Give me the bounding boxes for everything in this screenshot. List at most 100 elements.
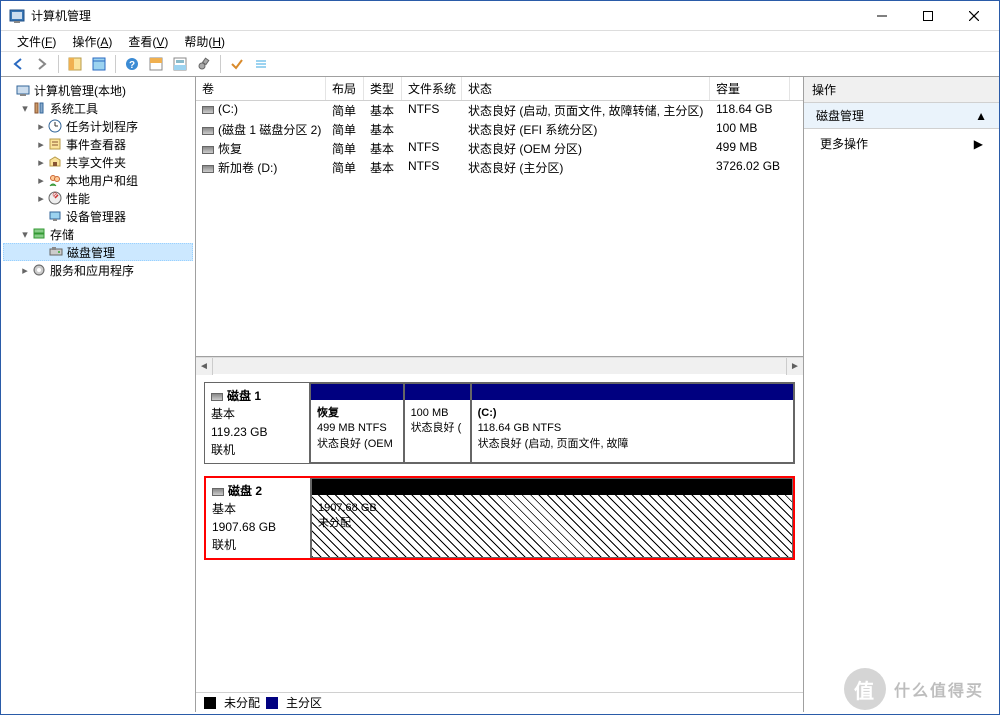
view-bottom-button[interactable] (169, 53, 191, 75)
disk-block[interactable]: 磁盘 2基本1907.68 GB联机1907.68 GB未分配 (204, 476, 795, 560)
chevron-right-icon: ▶ (974, 137, 983, 151)
menubar: 文件(F)操作(A)查看(V)帮助(H) (1, 31, 999, 51)
tree-system_tools[interactable]: ▾ 系统工具 (3, 99, 193, 117)
tree-node-icon (47, 208, 63, 224)
tree-label: 共享文件夹 (66, 154, 126, 171)
disk-icon (202, 106, 214, 114)
menu-f[interactable]: 文件(F) (11, 33, 62, 50)
partition-bar (311, 384, 403, 400)
tree-twisty[interactable]: ▸ (35, 120, 47, 133)
tree-label: 性能 (66, 190, 90, 207)
disk-graphical-view[interactable]: 磁盘 1基本119.23 GB联机恢复499 MB NTFS状态良好 (OEM1… (196, 374, 803, 692)
properties-button[interactable] (88, 53, 110, 75)
disk-icon (202, 127, 214, 135)
tree-label: 存储 (50, 226, 74, 243)
col-type[interactable]: 类型 (364, 77, 402, 100)
nav-forward-button[interactable] (31, 53, 53, 75)
partition[interactable]: 恢复499 MB NTFS状态良好 (OEM (310, 383, 404, 463)
tree-task_scheduler[interactable]: ▸任务计划程序 (3, 117, 193, 135)
scroll-right-icon[interactable]: ► (786, 358, 803, 375)
collapse-icon: ▲ (975, 109, 987, 123)
volume-row[interactable]: (磁盘 1 磁盘分区 2)简单基本状态良好 (EFI 系统分区)100 MB (196, 120, 803, 139)
col-status[interactable]: 状态 (462, 77, 710, 100)
volume-list[interactable]: 卷 布局 类型 文件系统 状态 容量 (C:)简单基本NTFS状态良好 (启动,… (196, 77, 803, 357)
app-window: 计算机管理 文件(F)操作(A)查看(V)帮助(H) ? (0, 0, 1000, 715)
tree-twisty[interactable] (36, 246, 48, 258)
tree-node-icon (48, 244, 64, 260)
volume-row[interactable]: (C:)简单基本NTFS状态良好 (启动, 页面文件, 故障转储, 主分区)11… (196, 101, 803, 120)
tree-label: 磁盘管理 (67, 244, 115, 261)
menu-v[interactable]: 查看(V) (122, 33, 174, 50)
settings-button[interactable] (193, 53, 215, 75)
disk-info[interactable]: 磁盘 1基本119.23 GB联机 (205, 383, 310, 463)
tree-label: 计算机管理(本地) (34, 82, 126, 99)
check-button[interactable] (226, 53, 248, 75)
tree-node-icon (31, 226, 47, 242)
disk-icon (202, 146, 214, 154)
tree-twisty[interactable]: ▸ (35, 192, 47, 205)
tree-shared_folders[interactable]: ▸ 共享文件夹 (3, 153, 193, 171)
tree-twisty[interactable]: ▸ (35, 138, 47, 151)
tree-local_users[interactable]: ▸ 本地用户和组 (3, 171, 193, 189)
maximize-button[interactable] (905, 2, 951, 30)
nav-tree[interactable]: 计算机管理(本地)▾系统工具▸任务计划程序▸事件查看器▸共享文件夹▸本地用户和组… (1, 77, 196, 712)
svg-text:⊘: ⊘ (52, 192, 58, 199)
disk-icon (202, 165, 214, 173)
volume-row[interactable]: 新加卷 (D:)简单基本NTFS状态良好 (主分区)3726.02 GB (196, 158, 803, 177)
tree-node-icon (47, 172, 63, 188)
content-pane: 卷 布局 类型 文件系统 状态 容量 (C:)简单基本NTFS状态良好 (启动,… (196, 77, 804, 712)
tree-node-icon (47, 154, 63, 170)
tree-twisty[interactable]: ▾ (19, 228, 31, 241)
minimize-button[interactable] (859, 2, 905, 30)
tree-twisty[interactable]: ▸ (19, 264, 31, 277)
more-actions[interactable]: 更多操作 ▶ (804, 129, 999, 158)
tree-event_viewer[interactable]: ▸事件查看器 (3, 135, 193, 153)
col-volume[interactable]: 卷 (196, 77, 326, 100)
help-button[interactable]: ? (121, 53, 143, 75)
more-actions-label: 更多操作 (820, 135, 868, 152)
tree-twisty[interactable]: ▸ (35, 174, 47, 187)
legend-primary-label: 主分区 (286, 694, 322, 711)
tree-label: 系统工具 (50, 100, 98, 117)
tree-label: 本地用户和组 (66, 172, 138, 189)
toolbar: ? (1, 51, 999, 77)
close-button[interactable] (951, 2, 997, 30)
tree-twisty[interactable]: ▾ (19, 102, 31, 115)
tree-twisty[interactable]: ▸ (35, 156, 47, 169)
tree-node-icon: ⊘ (47, 190, 63, 206)
tree-twisty[interactable] (35, 210, 47, 222)
volume-list-header[interactable]: 卷 布局 类型 文件系统 状态 容量 (196, 77, 803, 101)
show-hide-tree-button[interactable] (64, 53, 86, 75)
tree-twisty[interactable] (3, 84, 15, 96)
partition[interactable]: 1907.68 GB未分配 (311, 478, 793, 558)
tree-root[interactable]: 计算机管理(本地) (3, 81, 193, 99)
list-button[interactable] (250, 53, 272, 75)
tree-performance[interactable]: ▸ ⊘ 性能 (3, 189, 193, 207)
tree-node-icon (15, 82, 31, 98)
tree-disk_mgmt[interactable]: 磁盘管理 (3, 243, 193, 261)
disk-block[interactable]: 磁盘 1基本119.23 GB联机恢复499 MB NTFS状态良好 (OEM1… (204, 382, 795, 464)
col-capacity[interactable]: 容量 (710, 77, 790, 100)
nav-back-button[interactable] (7, 53, 29, 75)
tree-device_manager[interactable]: 设备管理器 (3, 207, 193, 225)
disk-icon (212, 488, 224, 496)
menu-h[interactable]: 帮助(H) (178, 33, 231, 50)
volume-row[interactable]: 恢复简单基本NTFS状态良好 (OEM 分区)499 MB (196, 139, 803, 158)
tree-services_apps[interactable]: ▸服务和应用程序 (3, 261, 193, 279)
col-filesystem[interactable]: 文件系统 (402, 77, 462, 100)
tree-storage[interactable]: ▾ 存储 (3, 225, 193, 243)
partition[interactable]: (C:)118.64 GB NTFS状态良好 (启动, 页面文件, 故障 (471, 383, 794, 463)
actions-header: 操作 (804, 77, 999, 103)
view-top-button[interactable] (145, 53, 167, 75)
actions-section[interactable]: 磁盘管理 ▲ (804, 103, 999, 129)
tree-node-icon (47, 118, 63, 134)
partition-bar (312, 479, 792, 495)
scroll-left-icon[interactable]: ◄ (196, 358, 213, 375)
hscrollbar[interactable]: ◄ ► (196, 357, 803, 374)
legend-unallocated-swatch (204, 697, 216, 709)
partition[interactable]: 100 MB状态良好 ( (404, 383, 471, 463)
disk-info[interactable]: 磁盘 2基本1907.68 GB联机 (206, 478, 311, 558)
window-title: 计算机管理 (31, 7, 859, 24)
menu-a[interactable]: 操作(A) (66, 33, 118, 50)
col-layout[interactable]: 布局 (326, 77, 364, 100)
